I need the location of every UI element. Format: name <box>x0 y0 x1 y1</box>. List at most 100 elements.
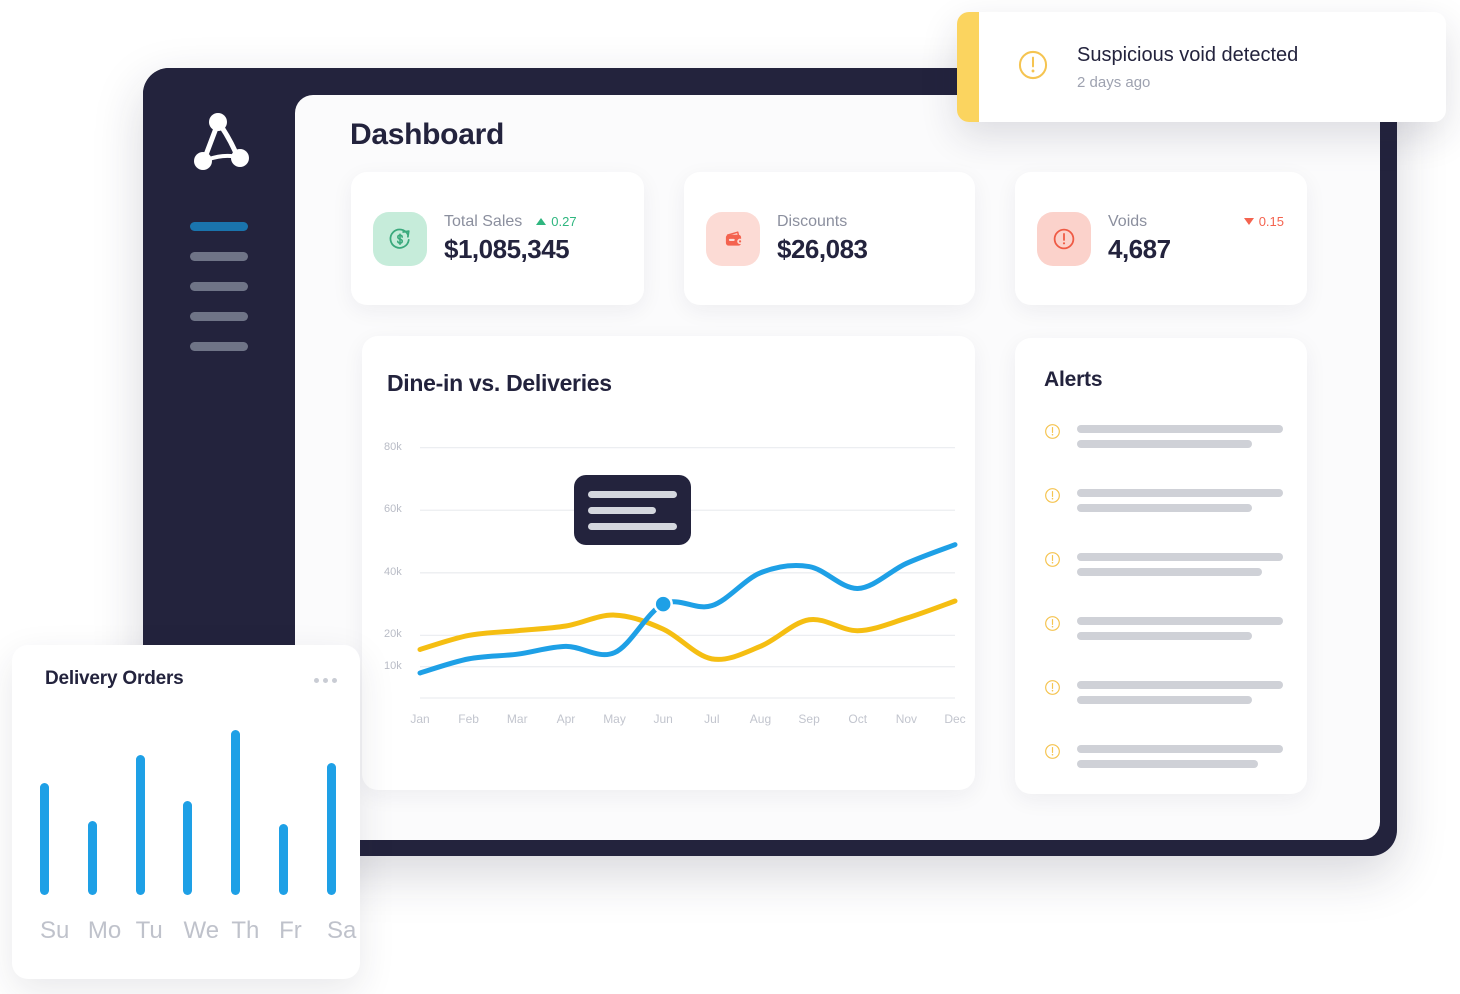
kebab-menu-icon[interactable] <box>314 678 337 683</box>
delivery-orders-title: Delivery Orders <box>45 668 184 689</box>
stat-label: Discounts <box>777 212 848 230</box>
stat-value: $26,083 <box>777 233 868 264</box>
stat-delta: 0.27 <box>536 214 577 229</box>
alert-list-item[interactable] <box>1043 742 1283 775</box>
x-axis-tick: May <box>603 712 626 726</box>
stat-body: Discounts $26,083 <box>777 213 868 265</box>
delivery-bar[interactable] <box>135 754 145 895</box>
delivery-bar[interactable] <box>183 800 193 895</box>
stat-card-discounts[interactable]: Discounts $26,083 <box>684 172 975 305</box>
alert-line-secondary <box>1077 632 1253 640</box>
node-graph-logo-icon[interactable] <box>188 106 258 178</box>
delivery-day-label: Tu <box>135 917 163 944</box>
page-title: Dashboard <box>350 118 504 151</box>
alert-circle-icon <box>1043 486 1062 510</box>
alert-line-primary <box>1077 425 1283 433</box>
alert-line-secondary <box>1077 440 1253 448</box>
sidebar-nav <box>190 222 248 372</box>
sidebar-item-5[interactable] <box>190 342 248 351</box>
stat-header-row: Total Sales 0.27 <box>444 213 577 231</box>
sidebar-item-2[interactable] <box>190 252 248 261</box>
alert-circle-icon <box>1043 550 1062 574</box>
stat-card-total-sales[interactable]: Total Sales 0.27 $1,085,345 <box>351 172 644 305</box>
x-axis-tick: Nov <box>895 712 918 726</box>
chart-tooltip <box>574 475 691 545</box>
x-axis-tick: Jan <box>410 712 430 726</box>
alert-placeholder-lines <box>1077 422 1283 455</box>
delivery-day-labels: Su Mo Tu We Th Fr Sa <box>40 917 356 945</box>
delivery-orders-card: Delivery Orders Su Mo Tu We Th Fr Sa <box>12 645 360 979</box>
delivery-day-label: Fr <box>279 917 302 944</box>
chart-highlight-point <box>653 594 673 614</box>
sidebar-item-3[interactable] <box>190 282 248 291</box>
alert-list-item[interactable] <box>1043 550 1283 583</box>
sales-growth-icon <box>373 211 427 266</box>
x-axis-tick: Apr <box>556 712 576 726</box>
alert-placeholder-lines <box>1077 486 1283 519</box>
x-axis-tick: Sep <box>798 712 820 726</box>
x-axis-tick: Mar <box>506 712 528 726</box>
delivery-bar[interactable] <box>279 824 289 895</box>
alert-line-primary <box>1077 489 1283 497</box>
stat-label: Total Sales <box>444 212 523 230</box>
alert-placeholder-lines <box>1077 614 1283 647</box>
sidebar-item-1[interactable] <box>190 222 248 231</box>
delivery-day-label: Mo <box>87 917 122 944</box>
alert-circle-icon <box>1014 46 1052 89</box>
alert-list-item[interactable] <box>1043 678 1283 711</box>
alert-circle-icon <box>1043 614 1062 638</box>
toast-timestamp: 2 days ago <box>1077 73 1151 91</box>
y-axis-tick: 40k <box>384 565 402 578</box>
trend-up-icon <box>536 218 547 225</box>
y-axis-tick: 60k <box>384 503 402 516</box>
y-axis-tick: 20k <box>384 628 402 641</box>
alert-circle-icon <box>1043 742 1062 766</box>
delivery-day-label: We <box>183 917 220 944</box>
delivery-bar[interactable] <box>40 782 49 895</box>
stat-label: Voids <box>1108 212 1148 230</box>
trend-down-icon <box>1243 218 1254 225</box>
delivery-bar[interactable] <box>87 820 97 895</box>
x-axis-tick: Feb <box>458 712 479 726</box>
delivery-bar-chart[interactable] <box>40 730 336 895</box>
stat-header-row: Discounts <box>777 213 867 231</box>
alert-line-primary <box>1077 681 1283 689</box>
x-axis-tick: Dec <box>944 712 966 726</box>
stat-delta-value: 0.27 <box>551 214 577 229</box>
alert-line-secondary <box>1077 760 1259 768</box>
alert-placeholder-lines <box>1077 742 1283 775</box>
alert-line-secondary <box>1077 504 1253 512</box>
alert-list-item[interactable] <box>1043 486 1283 519</box>
series-line-deliveries <box>417 542 958 676</box>
alert-list-item[interactable] <box>1043 422 1283 455</box>
stat-card-voids[interactable]: Voids 0.15 4,687 <box>1015 172 1307 305</box>
tooltip-line <box>588 523 677 530</box>
sidebar-item-4[interactable] <box>190 312 248 321</box>
stat-value: 4,687 <box>1108 233 1171 264</box>
alert-circle-icon <box>1037 211 1091 266</box>
alert-line-secondary <box>1077 696 1253 704</box>
stat-delta: 0.15 <box>1243 214 1284 229</box>
stat-header-row: Voids 0.15 <box>1108 213 1290 231</box>
alert-placeholder-lines <box>1077 550 1283 583</box>
stat-value: $1,085,345 <box>444 233 570 264</box>
toast-title: Suspicious void detected <box>1077 43 1299 66</box>
chart-card-dine-in-vs-deliveries: Dine-in vs. Deliveries 80k 60k 40k 20k 10k J… <box>362 336 975 790</box>
x-axis-tick: Oct <box>848 712 868 726</box>
wallet-icon <box>706 211 760 266</box>
notification-toast[interactable]: Suspicious void detected 2 days ago <box>957 12 1446 122</box>
toast-accent-bar <box>957 12 979 122</box>
alert-line-primary <box>1077 617 1283 625</box>
alert-placeholder-lines <box>1077 678 1283 711</box>
delivery-bar[interactable] <box>326 763 336 895</box>
x-axis-tick: Jul <box>704 712 720 726</box>
alerts-list <box>1043 422 1283 806</box>
delivery-bar[interactable] <box>231 730 241 895</box>
y-axis-tick: 10k <box>384 659 402 672</box>
alert-list-item[interactable] <box>1043 614 1283 647</box>
delivery-day-label: Th <box>231 917 260 944</box>
tooltip-line <box>588 491 677 498</box>
toast-text: Suspicious void detected 2 days ago <box>1077 44 1298 91</box>
tooltip-line <box>588 507 656 514</box>
alerts-card: Alerts <box>1015 338 1307 794</box>
